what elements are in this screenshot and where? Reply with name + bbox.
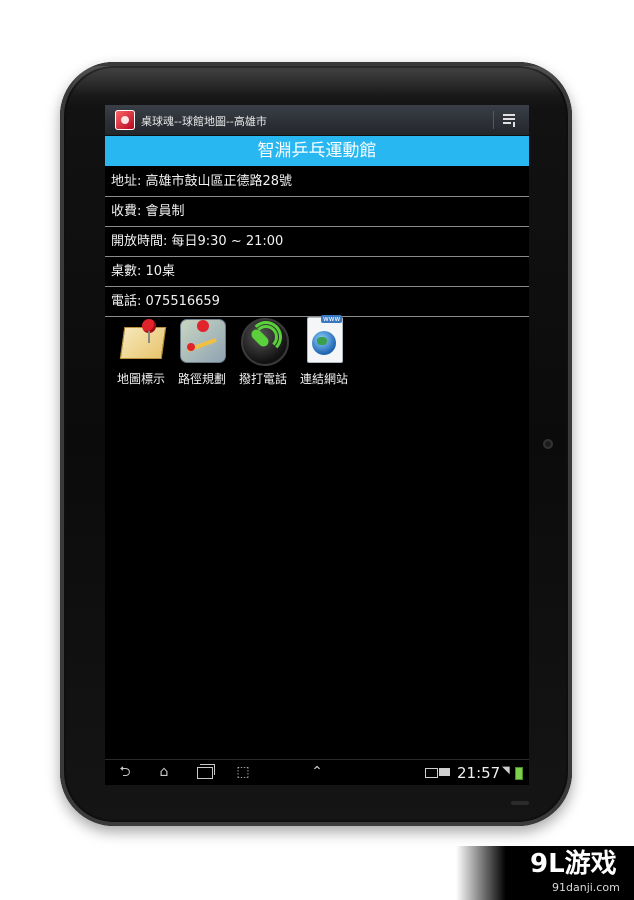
overflow-menu-icon[interactable]: [503, 113, 517, 127]
app-logo-icon[interactable]: [115, 110, 135, 130]
info-fee: 收費: 會員制: [105, 197, 529, 227]
watermark-url: 91danji.com: [552, 881, 620, 894]
home-icon[interactable]: ⌂: [153, 764, 175, 780]
call-phone-button[interactable]: 撥打電話: [233, 317, 293, 387]
call-phone-label: 撥打電話: [238, 372, 287, 386]
phone-call-icon: [240, 317, 289, 366]
tablet-sheen: [70, 66, 562, 96]
route-map-icon: [179, 317, 226, 363]
map-mark-button[interactable]: 地圖標示: [111, 317, 171, 387]
action-buttons: 地圖標示 路徑規劃 撥打電話 www 連結網站: [111, 315, 411, 397]
info-hours: 開放時間: 每日9:30 ~ 21:00: [105, 227, 529, 257]
speaker-slot: [511, 801, 529, 805]
app-title: 桌球魂--球館地圖--高雄市: [141, 115, 267, 128]
system-nav-bar: ⮌ ⌂ ⬚ ⌃ 21:57 ◥: [105, 759, 529, 785]
info-phone: 電話: 075516659: [105, 287, 529, 317]
web-globe-icon: www: [301, 315, 347, 363]
info-tables: 桌數: 10桌: [105, 257, 529, 287]
map-pin-icon: [118, 317, 167, 363]
open-website-button[interactable]: www 連結網站: [294, 315, 354, 387]
venue-name: 智淵乒乓運動館: [105, 136, 529, 166]
info-address: 地址: 高雄市鼓山區正德路28號: [105, 167, 529, 197]
picture-notification-icon: [425, 768, 438, 778]
recent-apps-icon[interactable]: [195, 764, 215, 780]
back-icon[interactable]: ⮌: [117, 764, 133, 780]
route-plan-button[interactable]: 路徑規劃: [172, 317, 232, 387]
wifi-icon: ◥: [502, 765, 510, 776]
venue-info-list: 地址: 高雄市鼓山區正德路28號 收費: 會員制 開放時間: 每日9:30 ~ …: [105, 167, 529, 317]
chevron-up-icon[interactable]: ⌃: [307, 764, 327, 780]
watermark-logo: 9L游戏: [530, 849, 617, 879]
camera-icon: [543, 439, 553, 449]
screen: 桌球魂--球館地圖--高雄市 智淵乒乓運動館 地址: 高雄市鼓山區正德路28號 …: [105, 105, 529, 785]
route-plan-label: 路徑規劃: [177, 372, 226, 386]
keyboard-icon: [439, 768, 450, 776]
action-bar-divider: [493, 111, 494, 129]
battery-icon: [515, 767, 523, 780]
open-website-label: 連結網站: [299, 372, 348, 386]
action-bar: 桌球魂--球館地圖--高雄市: [105, 105, 529, 136]
clock-time: 21:57: [457, 764, 501, 782]
map-mark-label: 地圖標示: [116, 372, 165, 386]
screenshot-icon[interactable]: ⬚: [233, 764, 253, 780]
